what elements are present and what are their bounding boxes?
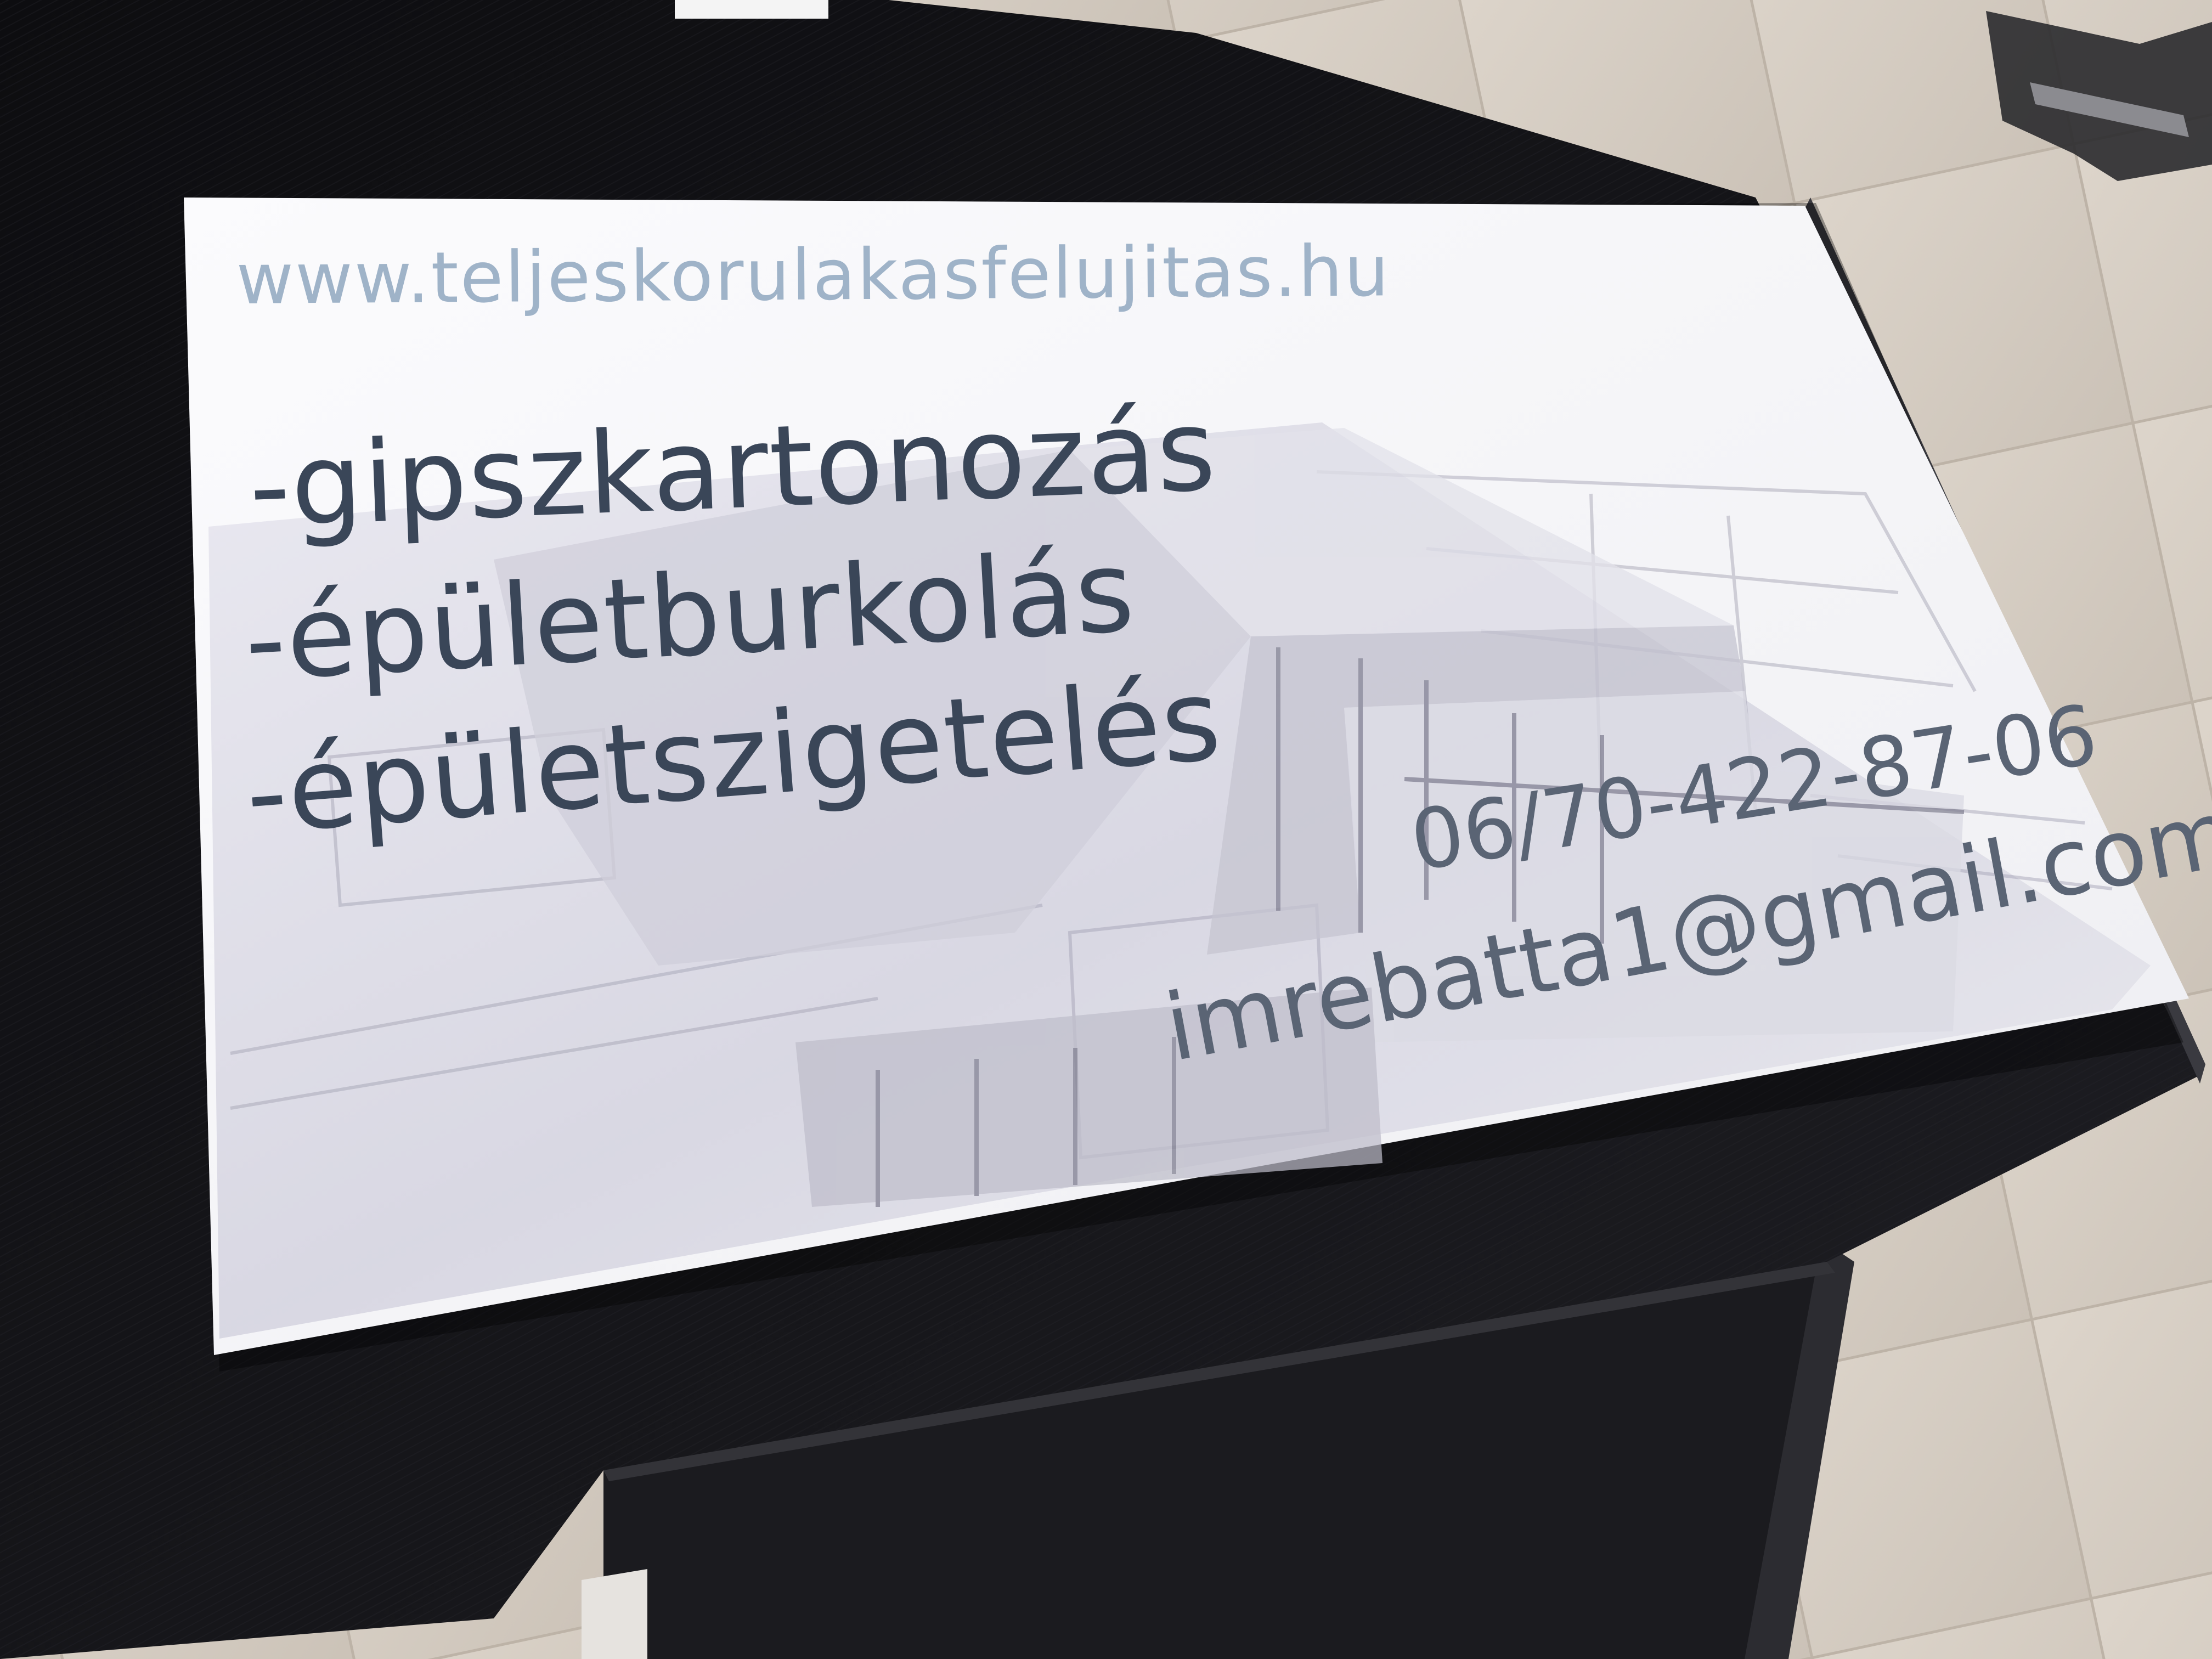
scene-background [0, 0, 2212, 1659]
small-box [675, 0, 828, 19]
photo-scene: www.teljeskorulakasfelujitas.hu -gipszka… [0, 0, 2212, 1659]
cabinet [582, 1569, 647, 1659]
